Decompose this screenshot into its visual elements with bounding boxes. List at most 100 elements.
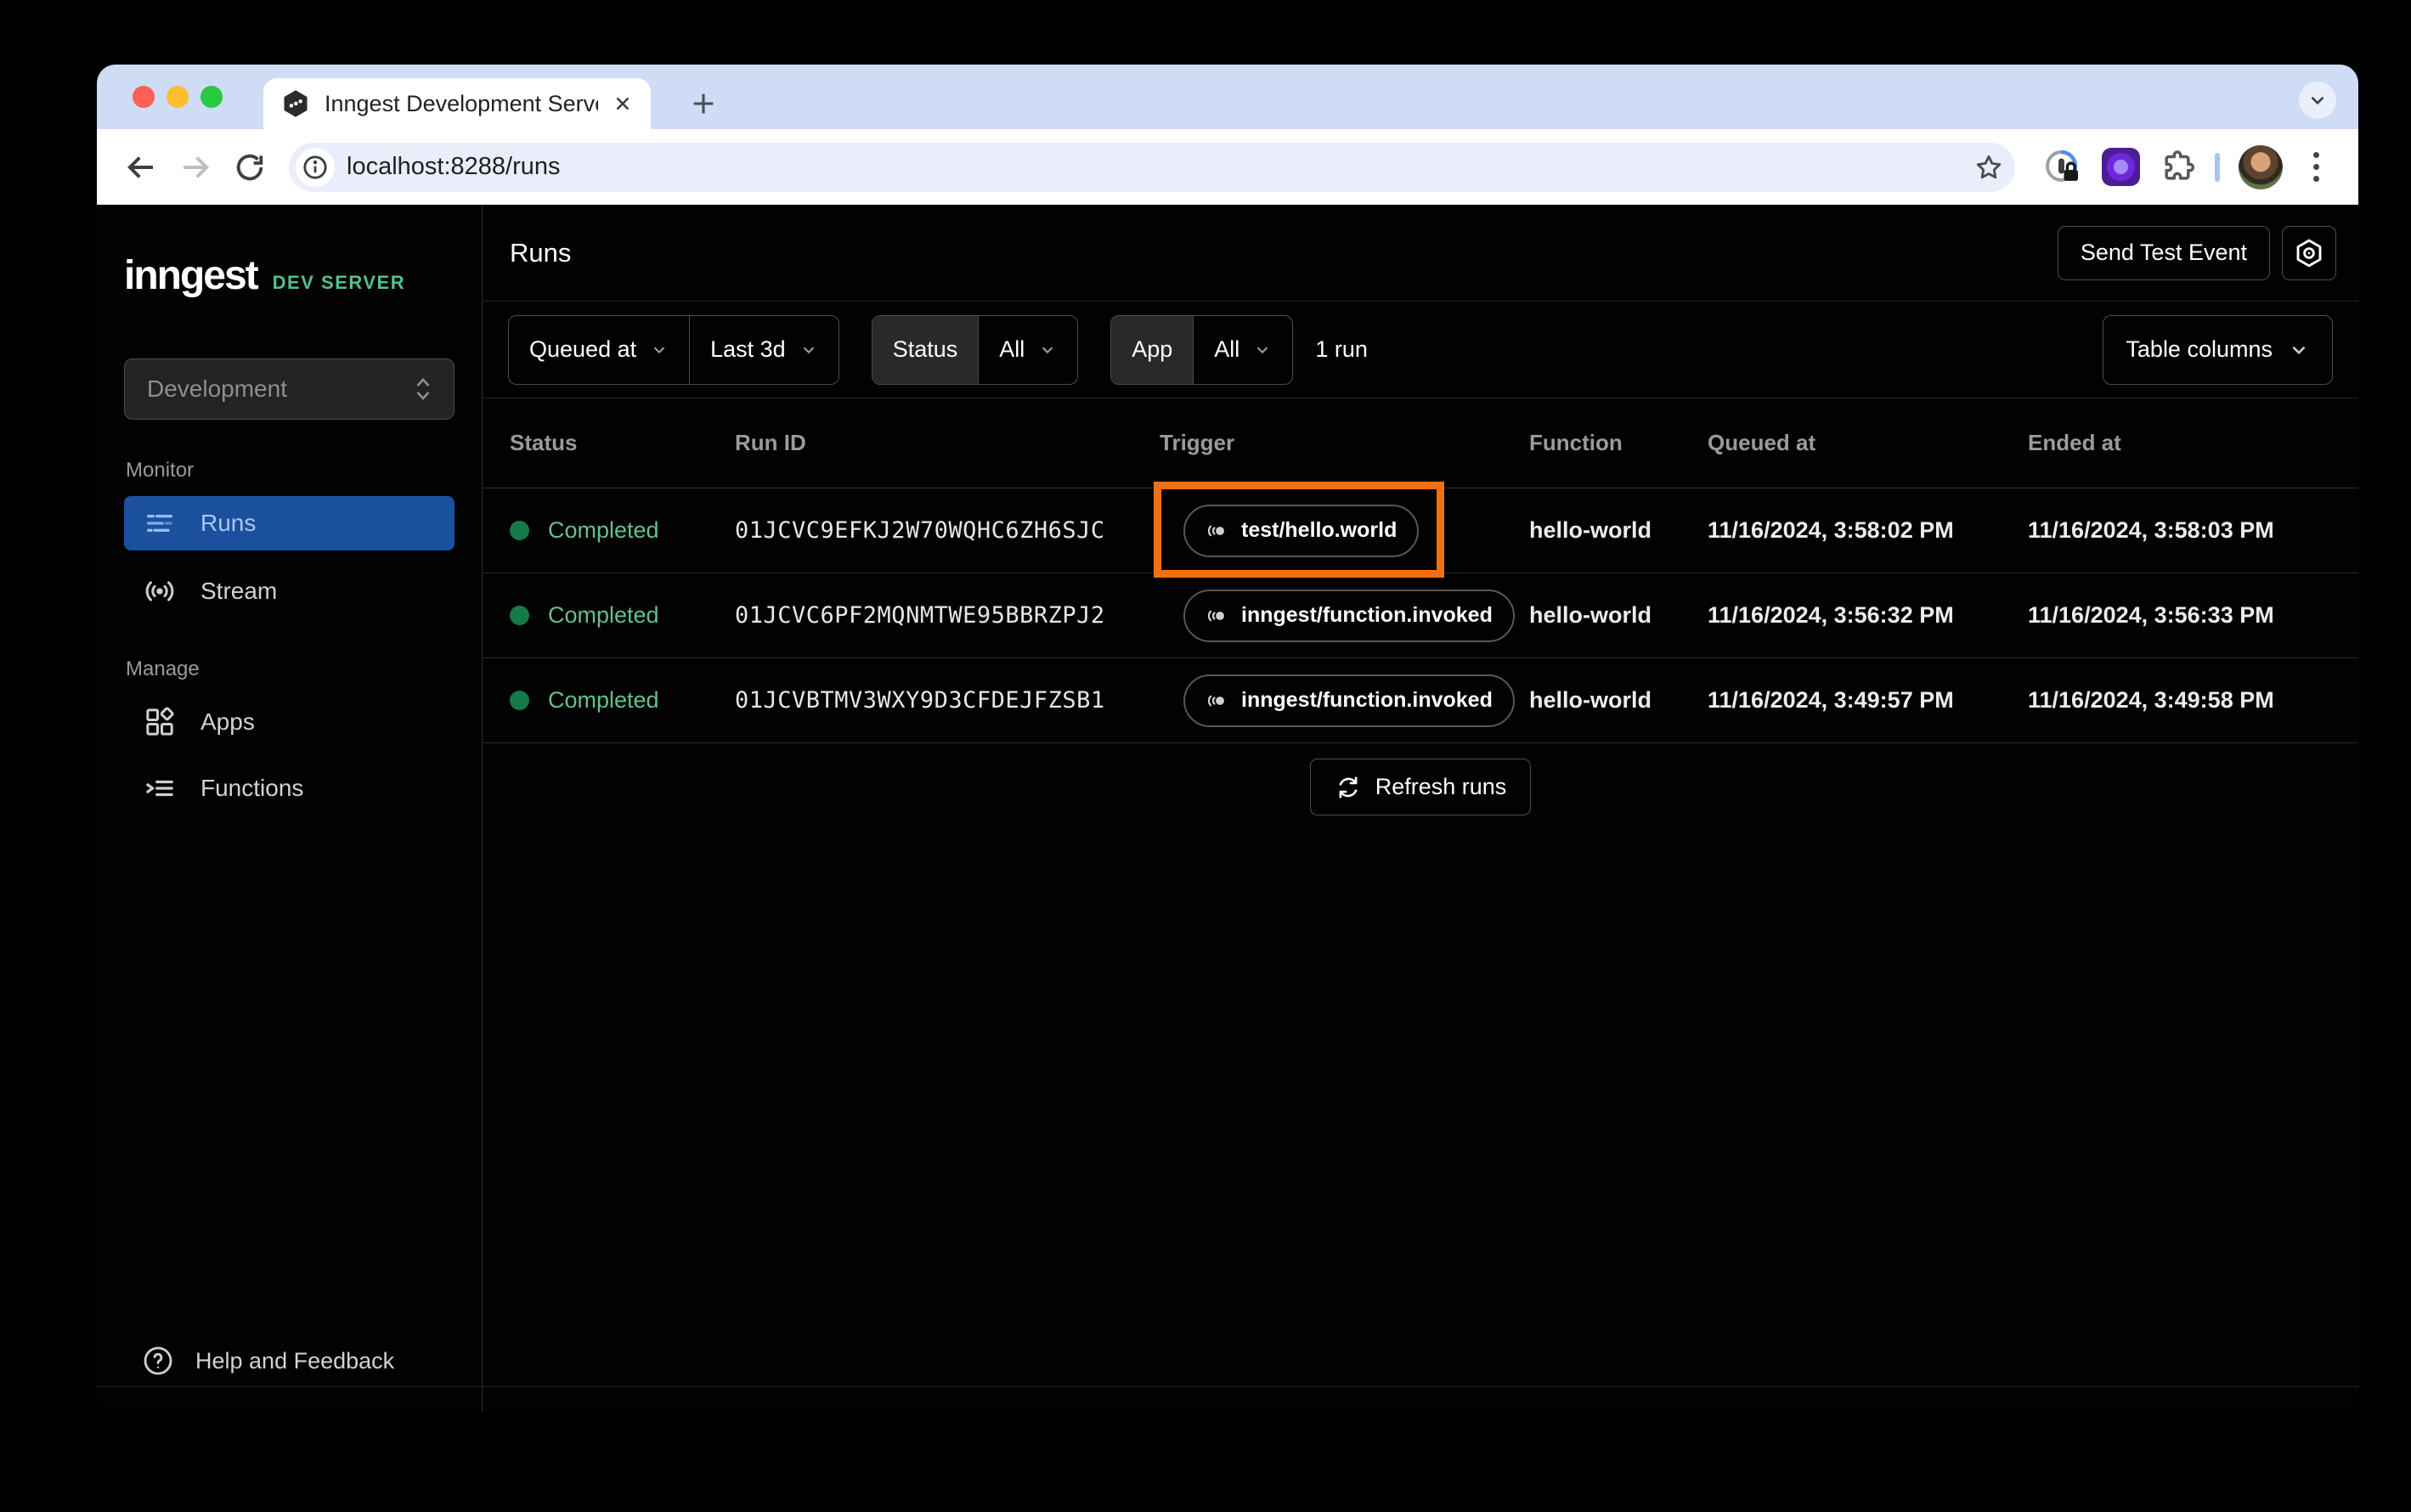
address-bar[interactable]: localhost:8288/runs bbox=[289, 142, 2015, 192]
extensions-puzzle-icon[interactable] bbox=[2159, 149, 2196, 186]
functions-list-icon bbox=[141, 771, 178, 805]
close-window-button[interactable] bbox=[133, 86, 155, 108]
sidebar-item-functions[interactable]: Functions bbox=[124, 761, 455, 815]
run-id-cell[interactable]: 01JCVC6PF2MQNMTWE95BBRZPJ2 bbox=[735, 602, 1160, 629]
new-tab-button[interactable] bbox=[683, 83, 724, 124]
purple-extension-icon[interactable] bbox=[2102, 148, 2140, 186]
stream-broadcast-icon bbox=[141, 573, 178, 609]
sidebar-item-stream[interactable]: Stream bbox=[124, 564, 455, 618]
queued-at-cell: 11/16/2024, 3:58:02 PM bbox=[1708, 517, 1954, 543]
trigger-cell: test/hello.world bbox=[1160, 504, 1529, 557]
app-filter-value[interactable]: All bbox=[1194, 316, 1292, 384]
ended-at-cell: 11/16/2024, 3:56:33 PM bbox=[2028, 602, 2274, 628]
column-header-queued-at[interactable]: Queued at bbox=[1708, 430, 2028, 456]
settings-button[interactable] bbox=[2282, 225, 2336, 280]
time-range-value: Last 3d bbox=[710, 336, 786, 362]
trigger-cell: inngest/function.invoked bbox=[1160, 674, 1529, 727]
apps-grid-icon bbox=[141, 705, 178, 739]
table-columns-button[interactable]: Table columns bbox=[2103, 314, 2333, 385]
refresh-icon bbox=[1339, 776, 1358, 798]
browser-tabstrip: Inngest Development Server bbox=[97, 65, 2358, 129]
zoom-window-button[interactable] bbox=[200, 86, 223, 108]
queued-at-cell: 11/16/2024, 3:56:32 PM bbox=[1708, 602, 1954, 628]
app-filter-label: App bbox=[1111, 315, 1194, 384]
close-tab-icon[interactable] bbox=[612, 93, 634, 115]
sidebar-item-label: Stream bbox=[200, 578, 278, 604]
status-dot-completed bbox=[510, 521, 529, 540]
function-cell[interactable]: hello-world bbox=[1529, 517, 1708, 544]
status-dot-completed bbox=[510, 606, 529, 625]
app-value-text: All bbox=[1214, 336, 1240, 362]
logo: inngest DEV SERVER bbox=[124, 252, 455, 299]
bookmark-star-icon[interactable] bbox=[1969, 148, 2008, 187]
trigger-event-pill[interactable]: inngest/function.invoked bbox=[1183, 589, 1515, 642]
run-id-cell[interactable]: 01JCVBTMV3WXY9D3CFDEJFZSB1 bbox=[735, 687, 1160, 714]
tab-title: Inngest Development Server bbox=[325, 90, 598, 116]
column-header-trigger[interactable]: Trigger bbox=[1160, 430, 1529, 456]
time-field-segment[interactable]: Queued at bbox=[509, 316, 689, 384]
column-header-ended-at[interactable]: Ended at bbox=[2028, 430, 2358, 456]
back-icon[interactable] bbox=[117, 144, 165, 191]
window-bottom-divider bbox=[97, 1386, 2358, 1387]
dev-server-badge: DEV SERVER bbox=[272, 272, 406, 293]
trigger-cell: inngest/function.invoked bbox=[1160, 589, 1529, 642]
column-header-status[interactable]: Status bbox=[510, 430, 735, 456]
site-info-icon[interactable] bbox=[296, 147, 335, 187]
environment-value: Development bbox=[147, 375, 287, 402]
event-broadcast-icon bbox=[1207, 695, 1224, 706]
browser-tab[interactable]: Inngest Development Server bbox=[263, 78, 651, 129]
up-down-chevrons-icon bbox=[411, 375, 435, 403]
function-cell[interactable]: hello-world bbox=[1529, 687, 1708, 714]
sidebar-item-label: Apps bbox=[200, 708, 255, 735]
chevron-down-icon bbox=[2292, 346, 2306, 354]
time-filter[interactable]: Queued at Last 3d bbox=[508, 314, 839, 385]
trigger-event-pill[interactable]: inngest/function.invoked bbox=[1183, 674, 1515, 727]
status-filter-value[interactable]: All bbox=[979, 316, 1077, 384]
toolbar-divider bbox=[2215, 152, 2220, 182]
page-title: Runs bbox=[510, 237, 572, 268]
ended-at-cell: 11/16/2024, 3:49:58 PM bbox=[2028, 687, 2274, 713]
column-header-run-id[interactable]: Run ID bbox=[735, 430, 1160, 456]
tab-search-chevron-icon[interactable] bbox=[2299, 82, 2336, 119]
app-filter[interactable]: App All bbox=[1110, 314, 1294, 385]
sidebar-item-label: Functions bbox=[200, 775, 304, 801]
chevron-down-icon bbox=[803, 346, 814, 353]
table-row[interactable]: Completed 01JCVC9EFKJ2W70WQHC6ZH6SJC tes… bbox=[483, 488, 2358, 573]
table-header-row: Status Run ID Trigger Function Queued at… bbox=[483, 398, 2358, 488]
password-manager-lock-icon[interactable] bbox=[2042, 147, 2083, 188]
sidebar: inngest DEV SERVER Development Monitor R… bbox=[97, 205, 483, 1412]
inngest-wordmark: inngest bbox=[124, 253, 259, 298]
help-label: Help and Feedback bbox=[195, 1347, 395, 1374]
event-broadcast-icon bbox=[1207, 525, 1224, 536]
help-and-feedback[interactable]: Help and Feedback bbox=[141, 1334, 394, 1388]
table-row[interactable]: Completed 01JCVBTMV3WXY9D3CFDEJFZSB1 inn… bbox=[483, 658, 2358, 743]
gear-hexagon-icon bbox=[2293, 237, 2325, 269]
sidebar-item-runs[interactable]: Runs bbox=[124, 496, 455, 550]
minimize-window-button[interactable] bbox=[167, 86, 189, 108]
browser-menu-icon[interactable] bbox=[2301, 152, 2331, 182]
run-id-cell[interactable]: 01JCVC9EFKJ2W70WQHC6ZH6SJC bbox=[735, 517, 1160, 544]
forward-icon[interactable] bbox=[172, 144, 219, 191]
status-value-text: All bbox=[999, 336, 1025, 362]
environment-selector[interactable]: Development bbox=[124, 358, 455, 420]
sidebar-item-label: Runs bbox=[200, 510, 257, 536]
event-broadcast-icon bbox=[1207, 610, 1224, 621]
trigger-name: inngest/function.invoked bbox=[1241, 688, 1493, 712]
refresh-runs-button[interactable]: Refresh runs bbox=[1309, 759, 1532, 815]
status-filter[interactable]: Status All bbox=[871, 314, 1079, 385]
table-row[interactable]: Completed 01JCVC6PF2MQNMTWE95BBRZPJ2 inn… bbox=[483, 573, 2358, 658]
column-header-function[interactable]: Function bbox=[1529, 430, 1708, 456]
status-text: Completed bbox=[548, 517, 659, 543]
runs-list-icon bbox=[141, 506, 178, 540]
time-range-segment[interactable]: Last 3d bbox=[690, 316, 838, 384]
sidebar-item-apps[interactable]: Apps bbox=[124, 695, 455, 749]
page-header: Runs Send Test Event bbox=[483, 205, 2358, 302]
send-test-event-button[interactable]: Send Test Event bbox=[2057, 225, 2270, 280]
profile-avatar[interactable] bbox=[2239, 144, 2283, 189]
url-text[interactable]: localhost:8288/runs bbox=[347, 153, 1957, 181]
reload-icon[interactable] bbox=[226, 144, 274, 191]
trigger-event-pill[interactable]: test/hello.world bbox=[1183, 504, 1420, 557]
status-text: Completed bbox=[548, 602, 659, 628]
inngest-favicon-icon bbox=[280, 88, 311, 119]
function-cell[interactable]: hello-world bbox=[1529, 602, 1708, 629]
